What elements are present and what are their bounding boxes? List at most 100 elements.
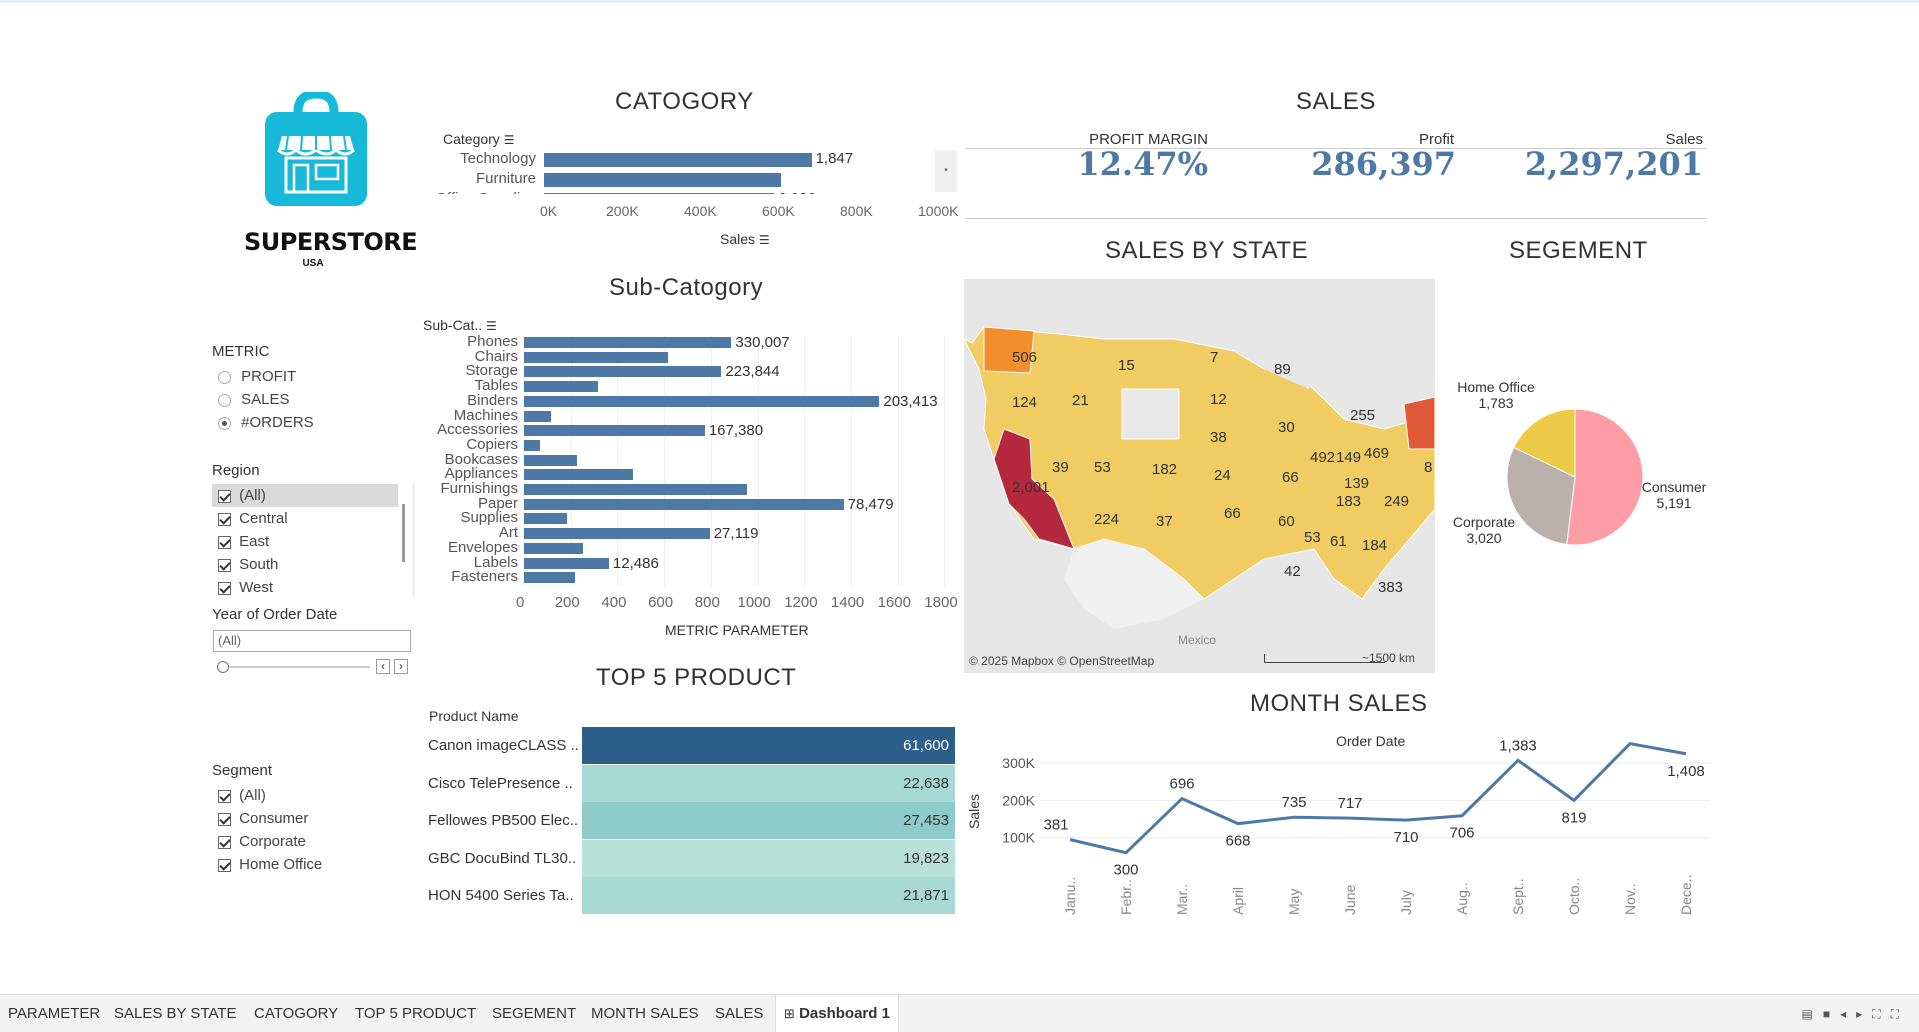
- month-point-label: 300: [1113, 862, 1138, 879]
- checkbox-icon[interactable]: [218, 512, 231, 526]
- checkbox-icon[interactable]: [218, 835, 231, 849]
- fullscreen-icon[interactable]: ⛶: [1891, 1007, 1909, 1021]
- category-bar-label: 1,847: [815, 150, 854, 167]
- tab-sales-by-state[interactable]: SALES BY STATE: [106, 995, 245, 1032]
- subcategory-bar: [524, 351, 668, 363]
- metric-option-orders[interactable]: #ORDERS: [218, 411, 418, 434]
- map-state-label: 224: [1094, 511, 1120, 528]
- region-option-east[interactable]: East: [212, 530, 415, 553]
- year-input[interactable]: (All): [213, 630, 411, 652]
- checkbox-icon[interactable]: [218, 858, 231, 872]
- pie-slice-consumer[interactable]: [1566, 408, 1644, 546]
- year-slider-track[interactable]: [222, 666, 370, 668]
- radio-icon[interactable]: [218, 370, 231, 384]
- segment-option-home-office[interactable]: Home Office: [212, 853, 412, 876]
- fit-icon[interactable]: ⛶: [1872, 1007, 1890, 1021]
- segment-option-consumer[interactable]: Consumer: [212, 807, 412, 830]
- region-option-west[interactable]: West: [212, 576, 415, 597]
- prev-sheet-icon[interactable]: ◂: [1840, 1007, 1856, 1021]
- top5-product-name: HON 5400 Series Ta..: [428, 887, 574, 904]
- tab-month-sales[interactable]: MONTH SALES: [583, 995, 707, 1032]
- month-ytick-label: 100K: [1002, 830, 1035, 846]
- kpi-profit-margin-value: 12.47%: [1077, 145, 1208, 183]
- map-state-label: 60: [1278, 513, 1295, 530]
- map-credit: © 2025 Mapbox © OpenStreetMap: [969, 654, 1155, 668]
- segment-option-corporate[interactable]: Corporate: [212, 830, 412, 853]
- category-xlabel: Sales ☰: [720, 231, 770, 247]
- kpi-top-divider: [965, 148, 1707, 149]
- map-state-label: 182: [1152, 461, 1178, 478]
- radio-selected-icon[interactable]: [218, 416, 231, 430]
- category-row-label: Furniture: [475, 170, 536, 187]
- subcategory-tick-label: 600: [648, 594, 674, 611]
- list-view-icon[interactable]: ▤: [1802, 1007, 1823, 1021]
- subcategory-axis: 0 200 400 600 800 1000 1200 1400 1600 1800: [516, 594, 960, 614]
- top-border: [0, 0, 1919, 3]
- checkbox-icon[interactable]: [218, 789, 231, 803]
- sort-icon[interactable]: ☰: [504, 133, 515, 147]
- radio-icon[interactable]: [218, 393, 231, 407]
- tab-top5-product[interactable]: TOP 5 PRODUCT: [347, 995, 484, 1032]
- metric-title: METRIC: [212, 343, 270, 360]
- subcategory-bar: [524, 395, 880, 407]
- month-line-chart: 100K 200K 300K 381 Janu.. 300Febr.. 696 Mar.. 66…: [1002, 740, 1710, 915]
- region-option-all[interactable]: (All): [212, 484, 398, 507]
- checkbox-icon[interactable]: [218, 489, 231, 503]
- map-state-label: 184: [1362, 537, 1388, 554]
- map-state-label: 15: [1118, 357, 1135, 374]
- segment-option-all[interactable]: (All): [212, 784, 412, 807]
- month-point-label: 696: [1169, 776, 1194, 793]
- tab-segement[interactable]: SEGEMENT: [484, 995, 584, 1032]
- subcategory-tick-label: 1200: [784, 594, 818, 611]
- checkbox-icon[interactable]: [218, 558, 231, 572]
- month-xtick-label: July: [1398, 890, 1414, 915]
- tab-parameter[interactable]: PARAMETER: [0, 995, 108, 1032]
- subcategory-bar-label: 78,479: [847, 495, 894, 513]
- map-state-label: 53: [1304, 529, 1321, 546]
- tab-catogory[interactable]: CATOGORY: [246, 995, 346, 1032]
- top5-header: Product Name: [429, 708, 519, 724]
- subcategory-bar: [524, 557, 609, 569]
- sort-icon[interactable]: ☰: [486, 319, 497, 333]
- month-point-label: 735: [1281, 794, 1306, 811]
- segment-title: SEGEMENT: [1509, 237, 1648, 264]
- category-scroll-button[interactable]: •: [935, 150, 957, 192]
- region-option-central[interactable]: Central: [212, 507, 415, 530]
- subcategory-gridline: [850, 336, 852, 586]
- metric-option-sales[interactable]: SALES: [218, 388, 418, 411]
- checkbox-icon[interactable]: [218, 535, 231, 549]
- top5-value-cell: 27,453: [582, 802, 955, 839]
- film-view-icon[interactable]: ■: [1823, 1007, 1840, 1021]
- year-next-button[interactable]: ›: [394, 659, 408, 674]
- subcategory-tick-label: 1600: [877, 594, 911, 611]
- next-sheet-icon[interactable]: ▸: [1856, 1007, 1872, 1021]
- category-axis: 0K 200K 400K 600K 800K 1000K: [540, 203, 958, 223]
- sales-by-state-map[interactable]: 506 15 7 89 124 21 12 255 38 30 492 149 469 39 53 182 24…: [964, 279, 1435, 673]
- map-state-label: 124: [1012, 394, 1038, 411]
- kpi-bottom-divider: [965, 218, 1707, 219]
- subcategory-bar-label: 203,413: [883, 392, 938, 410]
- category-row-label: Technology: [460, 150, 536, 167]
- subcategory-bar: [524, 425, 705, 437]
- checkbox-icon[interactable]: [218, 812, 231, 826]
- subcategory-gridline: [944, 336, 946, 586]
- month-sales-line[interactable]: [1069, 742, 1687, 855]
- region-option-south[interactable]: South: [212, 553, 415, 576]
- segment-pie[interactable]: [1505, 407, 1645, 547]
- year-prev-button[interactable]: ‹: [376, 659, 390, 674]
- month-xtick-label: Aug..: [1454, 882, 1470, 915]
- sort-icon[interactable]: ☰: [759, 233, 770, 247]
- region-scrollbar[interactable]: [402, 504, 405, 562]
- checkbox-icon[interactable]: [218, 581, 231, 595]
- month-xtick-label: Febr..: [1118, 879, 1134, 915]
- subcategory-bar-label: 12,486: [612, 554, 659, 572]
- map-state-label: 37: [1156, 513, 1173, 530]
- metric-option-profit[interactable]: PROFIT: [218, 365, 418, 388]
- subcategory-bar: [524, 484, 748, 495]
- month-point-label: 668: [1225, 833, 1250, 850]
- tab-sales[interactable]: SALES: [707, 995, 771, 1032]
- year-slider-handle[interactable]: [217, 661, 229, 673]
- subcategory-tick-label: 200: [554, 594, 580, 611]
- tab-dashboard-1[interactable]: ⊞ Dashboard 1: [775, 995, 899, 1032]
- top5-product-name: Fellowes PB500 Elec..: [428, 812, 579, 829]
